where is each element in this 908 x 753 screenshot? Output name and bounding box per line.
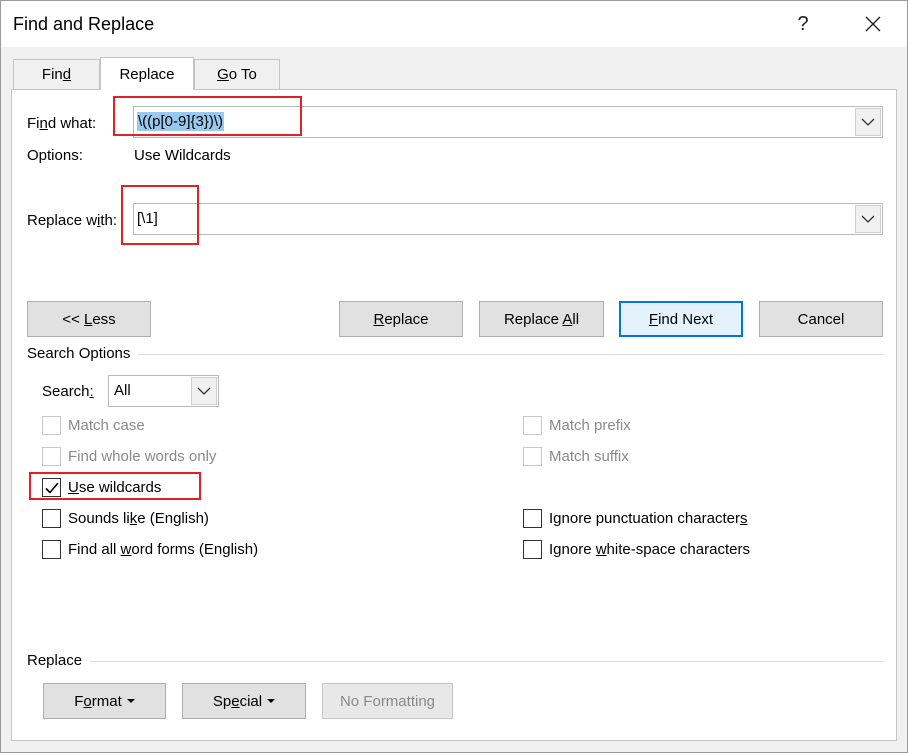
caret-down-icon [267, 698, 276, 703]
use-wildcards-checkbox[interactable]: Use wildcards [42, 478, 161, 497]
find-next-button[interactable]: Find Next [619, 301, 743, 337]
ignore-whitespace-label: Ignore white-space characters [549, 541, 750, 558]
checkbox-box [42, 509, 61, 528]
checkbox-box [523, 509, 542, 528]
checkbox-box [42, 478, 61, 497]
tab-find-label: Find [41, 66, 72, 83]
search-direction-value: All [114, 382, 131, 399]
find-what-input[interactable]: \((p[0-9]{3})\) [133, 106, 883, 138]
search-direction-select[interactable]: All [108, 375, 219, 407]
ignore-punctuation-checkbox[interactable]: Ignore punctuation characters [523, 509, 747, 528]
use-wildcards-label: Use wildcards [68, 479, 162, 496]
tab-replace-label: Replace [119, 65, 175, 83]
find-what-dropdown[interactable] [855, 108, 881, 136]
format-button[interactable]: Format [43, 683, 166, 719]
whole-words-label: Find whole words only [68, 448, 217, 465]
word-forms-checkbox[interactable]: Find all word forms (English) [42, 540, 258, 559]
format-button-label: Format [74, 693, 135, 710]
replace-section-divider [90, 661, 883, 662]
tab-find[interactable]: Find [13, 59, 100, 89]
tab-goto[interactable]: Go To [194, 59, 280, 89]
match-prefix-checkbox[interactable]: Match prefix [523, 416, 631, 435]
close-button[interactable] [853, 9, 893, 39]
word-forms-label: Find all word forms (English) [68, 541, 259, 558]
replace-panel: Find what: \((p[0-9]{3})\) Options: Use … [11, 89, 897, 741]
cancel-button[interactable]: Cancel [759, 301, 883, 337]
checkbox-box [42, 447, 61, 466]
replace-with-input[interactable]: [\1] [133, 203, 883, 235]
search-options-heading: Search Options [27, 345, 131, 362]
match-suffix-checkbox[interactable]: Match suffix [523, 447, 629, 466]
replace-with-label: Replace with: [27, 212, 118, 229]
match-prefix-label: Match prefix [549, 417, 631, 434]
replace-with-value: [\1] [137, 210, 158, 227]
tab-replace[interactable]: Replace [100, 57, 194, 90]
special-button[interactable]: Special [182, 683, 306, 719]
ignore-punctuation-label: Ignore punctuation characters [549, 510, 748, 527]
checkbox-box [42, 416, 61, 435]
chevron-down-icon [197, 387, 211, 395]
less-button[interactable]: << Less [27, 301, 151, 337]
options-label: Options: [27, 147, 83, 164]
less-button-label: << Less [62, 310, 116, 328]
replace-all-button-label: Replace All [503, 310, 580, 328]
tab-goto-label: Go To [217, 66, 257, 83]
replace-with-dropdown[interactable] [855, 205, 881, 233]
replace-button-label: Replace [373, 310, 429, 328]
checkbox-box [523, 540, 542, 559]
search-direction-dropdown[interactable] [191, 377, 217, 405]
dialog-title: Find and Replace [13, 14, 155, 34]
sounds-like-label: Sounds like (English) [68, 510, 209, 527]
no-formatting-button[interactable]: No Formatting [322, 683, 453, 719]
replace-section-heading: Replace [27, 652, 83, 669]
options-value: Use Wildcards [134, 147, 231, 164]
close-icon [865, 16, 881, 32]
checkmark-icon [45, 482, 59, 494]
no-formatting-label: No Formatting [339, 692, 436, 710]
match-case-label: Match case [68, 417, 145, 434]
special-button-label: Special [213, 693, 276, 710]
replace-button[interactable]: Replace [339, 301, 463, 337]
chevron-down-icon [861, 215, 875, 223]
checkbox-box [42, 540, 61, 559]
chevron-down-icon [861, 118, 875, 126]
caret-down-icon [126, 698, 135, 703]
help-button[interactable]: ? [783, 9, 823, 39]
sounds-like-checkbox[interactable]: Sounds like (English) [42, 509, 209, 528]
checkbox-box [523, 416, 542, 435]
title-bar: Find and Replace ? [1, 1, 907, 47]
find-replace-dialog: Find and Replace ? Find Replace Go To Fi… [0, 0, 908, 753]
match-case-checkbox[interactable]: Match case [42, 416, 145, 435]
ignore-whitespace-checkbox[interactable]: Ignore white-space characters [523, 540, 750, 559]
match-suffix-label: Match suffix [549, 448, 629, 465]
cancel-button-label: Cancel [797, 310, 845, 328]
whole-words-checkbox[interactable]: Find whole words only [42, 447, 216, 466]
checkbox-box [523, 447, 542, 466]
find-what-label: Find what: [27, 115, 97, 132]
search-direction-label: Search: [42, 383, 94, 400]
find-what-value: \((p[0-9]{3})\) [137, 112, 225, 131]
find-next-button-label: Find Next [648, 310, 714, 328]
replace-all-button[interactable]: Replace All [479, 301, 604, 337]
search-options-divider [138, 354, 883, 355]
help-icon: ? [797, 12, 809, 35]
